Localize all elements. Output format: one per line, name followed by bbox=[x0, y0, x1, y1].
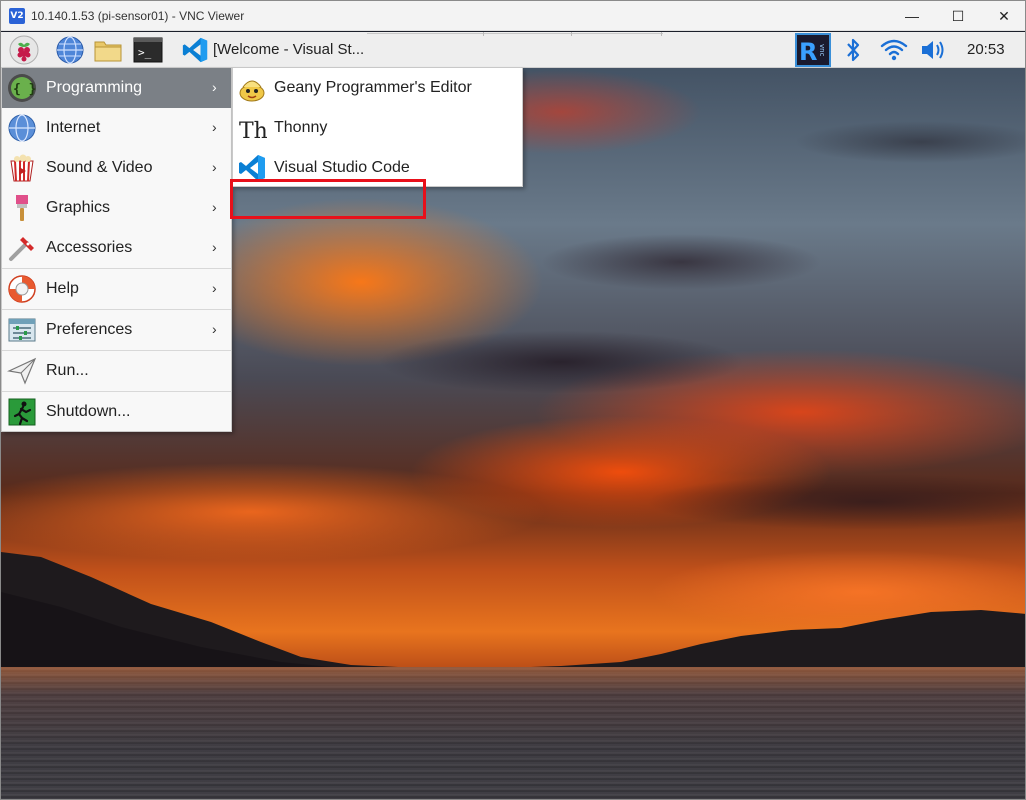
chevron-right-icon: › bbox=[212, 239, 217, 255]
main-menu: { } Programming › Internet › Sound & Vid… bbox=[1, 68, 232, 432]
web-browser-icon[interactable] bbox=[55, 35, 85, 65]
help-icon bbox=[8, 275, 36, 303]
maximize-button[interactable]: ☐ bbox=[935, 1, 981, 31]
thonny-glyph: Th bbox=[239, 119, 267, 143]
chevron-right-icon: › bbox=[212, 79, 217, 95]
menu-item-label: Preferences bbox=[46, 321, 133, 338]
volume-icon[interactable] bbox=[919, 37, 949, 63]
taskbar-button-vscode[interactable]: [Welcome - Visual St... bbox=[177, 34, 367, 66]
submenu-item-label: Visual Studio Code bbox=[274, 159, 410, 176]
menu-item-help[interactable]: Help › bbox=[2, 269, 231, 309]
taskbar-button-label: [Welcome - Visual St... bbox=[213, 41, 365, 58]
shutdown-icon bbox=[8, 398, 36, 426]
menu-item-shutdown[interactable]: Shutdown... bbox=[2, 392, 231, 432]
close-button[interactable]: ✕ bbox=[981, 1, 1025, 31]
vnc-badge-text: vnc bbox=[818, 44, 826, 57]
programming-glyph: { } bbox=[13, 82, 36, 97]
menu-item-label: Run... bbox=[46, 362, 89, 379]
menu-item-internet[interactable]: Internet › bbox=[2, 108, 231, 148]
taskbar-slot-divider bbox=[483, 32, 484, 36]
minimize-button[interactable]: — bbox=[889, 1, 935, 31]
submenu-item-label: Thonny bbox=[274, 119, 328, 136]
chevron-right-icon: › bbox=[212, 199, 217, 215]
vnc-titlebar[interactable]: V2 10.140.1.53 (pi-sensor01) - VNC Viewe… bbox=[1, 1, 1025, 31]
menu-item-preferences[interactable]: Preferences › bbox=[2, 310, 231, 350]
terminal-glyph: >_ bbox=[138, 46, 152, 59]
menu-item-label: Internet bbox=[46, 119, 101, 136]
chevron-right-icon: › bbox=[212, 159, 217, 175]
taskbar-panel: >_ [Welcome - Visual St... R vnc 20:53 bbox=[1, 32, 1025, 68]
menu-item-graphics[interactable]: Graphics › bbox=[2, 188, 231, 228]
chevron-right-icon: › bbox=[212, 321, 217, 337]
menu-item-label: Programming bbox=[46, 79, 143, 96]
chevron-right-icon: › bbox=[212, 119, 217, 135]
programming-icon: { } bbox=[8, 74, 36, 102]
submenu-item-geany[interactable]: Geany Programmer's Editor bbox=[233, 68, 522, 108]
internet-icon bbox=[8, 114, 36, 142]
submenu-item-label: Geany Programmer's Editor bbox=[274, 79, 472, 96]
terminal-icon[interactable]: >_ bbox=[133, 35, 163, 65]
menu-item-sound-video[interactable]: Sound & Video › bbox=[2, 148, 231, 188]
remote-desktop[interactable]: >_ [Welcome - Visual St... R vnc 20:53 {… bbox=[1, 32, 1025, 799]
graphics-icon bbox=[16, 195, 28, 221]
menu-item-label: Help bbox=[46, 280, 79, 297]
clock[interactable]: 20:53 bbox=[967, 41, 1005, 58]
taskbar-slot-divider bbox=[571, 32, 572, 36]
wifi-icon[interactable] bbox=[879, 37, 909, 63]
menu-item-label: Sound & Video bbox=[46, 159, 153, 176]
taskbar-slot-divider bbox=[661, 32, 662, 36]
bluetooth-icon[interactable] bbox=[841, 37, 865, 63]
sound-video-icon bbox=[10, 154, 34, 182]
vnc-viewer-window: V2 10.140.1.53 (pi-sensor01) - VNC Viewe… bbox=[0, 0, 1026, 800]
vnc-badge-letter: R bbox=[799, 38, 817, 66]
submenu-item-thonny[interactable]: Th Thonny bbox=[233, 108, 522, 148]
menu-item-label: Graphics bbox=[46, 199, 111, 216]
vnc-viewer-logo-icon: V2 bbox=[9, 8, 25, 24]
accessories-icon bbox=[9, 237, 34, 261]
vscode-highlight-annotation bbox=[230, 179, 426, 219]
geany-icon bbox=[239, 80, 265, 102]
programming-submenu: Geany Programmer's Editor Th Thonny Visu… bbox=[232, 68, 523, 187]
menu-item-label: Shutdown... bbox=[46, 403, 131, 420]
file-manager-icon[interactable] bbox=[93, 35, 123, 65]
vnc-server-icon[interactable]: R vnc bbox=[795, 33, 831, 67]
menu-item-accessories[interactable]: Accessories › bbox=[2, 228, 231, 268]
preferences-icon bbox=[8, 318, 36, 342]
raspberry-menu-icon[interactable] bbox=[9, 35, 39, 65]
taskbar-empty-slots bbox=[367, 32, 663, 36]
menu-item-programming[interactable]: { } Programming › bbox=[2, 68, 231, 108]
wallpaper-lake bbox=[1, 667, 1025, 799]
menu-item-label: Accessories bbox=[46, 239, 133, 256]
window-title: 10.140.1.53 (pi-sensor01) - VNC Viewer bbox=[31, 9, 245, 23]
run-icon bbox=[7, 357, 37, 385]
menu-item-run[interactable]: Run... bbox=[2, 351, 231, 391]
vscode-icon bbox=[182, 37, 208, 63]
thonny-icon: Th bbox=[239, 119, 267, 143]
chevron-right-icon: › bbox=[212, 280, 217, 296]
